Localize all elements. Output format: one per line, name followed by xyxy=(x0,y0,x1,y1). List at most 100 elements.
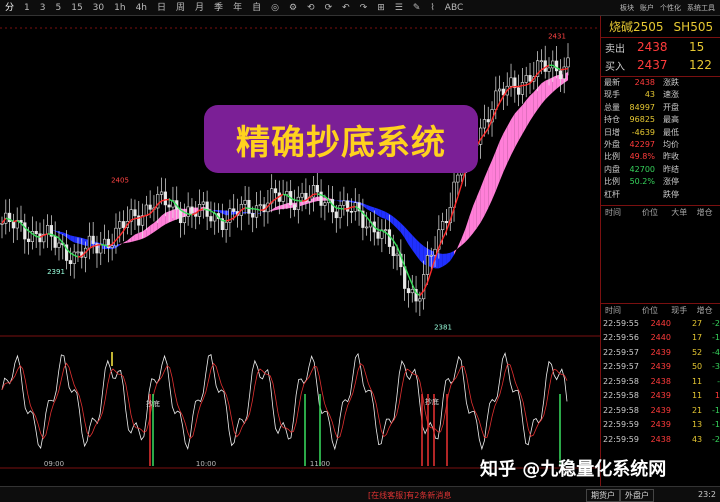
fast-ma-line xyxy=(522,84,527,87)
menu-item[interactable]: 账户 xyxy=(637,0,657,16)
toolbar-button[interactable]: 30 xyxy=(88,0,109,16)
candle-body xyxy=(110,245,114,248)
fast-ma-line xyxy=(13,220,18,223)
toolbar-button[interactable]: ✎ xyxy=(408,0,426,16)
trade-cell: 2440 xyxy=(650,318,671,328)
stat-label: 最高 xyxy=(663,115,679,125)
fast-ma-line xyxy=(483,128,489,135)
trade-cell: 2438 xyxy=(650,434,671,444)
osc-k-line xyxy=(1,351,568,451)
candle-body xyxy=(517,87,521,95)
toolbar-button[interactable]: ☰ xyxy=(390,0,408,16)
fast-ma-line xyxy=(366,216,372,223)
symbol-header[interactable]: 烧碱2505 SH505 xyxy=(601,16,720,38)
fast-ma-line xyxy=(134,217,139,220)
foreign-account-button[interactable]: 外盘户 xyxy=(620,489,654,502)
stat-label: 持仓 xyxy=(604,115,620,125)
candle-body xyxy=(555,60,559,72)
toolbar-button[interactable]: 周 xyxy=(171,0,190,16)
menu-item[interactable]: 系统工具 xyxy=(684,0,718,16)
candle-body xyxy=(520,82,525,95)
fast-ma-line xyxy=(36,235,41,238)
toolbar-button[interactable]: 分 xyxy=(0,0,19,16)
trades-header: 时间 价位 现手 增仓 xyxy=(601,302,720,317)
candle-body xyxy=(441,221,445,231)
ribbon-segment xyxy=(138,231,143,241)
ask-row[interactable]: 卖出 2438 15 xyxy=(601,38,720,56)
ribbon-segment xyxy=(533,87,538,115)
ribbon-segment xyxy=(70,235,75,243)
toolbar-button[interactable]: 3 xyxy=(35,0,51,16)
trade-cell: 2439 xyxy=(650,420,671,430)
menu-item[interactable]: 板块 xyxy=(617,0,637,16)
candle-body xyxy=(68,260,72,265)
column-header: 现手 xyxy=(671,305,688,315)
trade-cell: 27 xyxy=(691,318,703,328)
stat-label: 均价 xyxy=(663,139,679,149)
toolbar-button[interactable]: ↷ xyxy=(355,0,373,16)
ribbon-segment xyxy=(495,141,500,191)
futures-account-button[interactable]: 期货户 xyxy=(586,489,620,502)
toolbar-button[interactable]: ⌇ xyxy=(425,0,439,16)
stat-label: 开盘 xyxy=(663,102,679,112)
candle-body xyxy=(323,202,327,206)
toolbar-button[interactable]: ABC xyxy=(440,0,468,16)
toolbar-button[interactable]: 年 xyxy=(228,0,247,16)
toolbar-button[interactable]: 15 xyxy=(66,0,87,16)
trade-cell: 2438 xyxy=(650,376,671,386)
stat-label: 涨停 xyxy=(663,177,679,187)
toolbar-button[interactable]: 1 xyxy=(19,0,35,16)
stat-label: 总量 xyxy=(604,102,620,112)
toolbar-button[interactable]: ⊞ xyxy=(372,0,390,16)
candle-body xyxy=(418,298,422,302)
price-chart[interactable]: 2431 2405 2391 2381 09:00 10:00 11:00 抄底 抄底 xyxy=(0,16,600,486)
fast-ma-line xyxy=(525,82,531,86)
toolbar-button[interactable]: ⟳ xyxy=(320,0,338,16)
bid-row[interactable]: 买入 2437 122 xyxy=(601,56,720,74)
fast-ma-line xyxy=(392,240,398,247)
candle-body xyxy=(201,201,205,205)
candle-body xyxy=(167,204,171,208)
stat-value: 49.8% xyxy=(629,152,655,162)
toolbar-button[interactable]: 自 xyxy=(247,0,266,16)
ribbon-segment xyxy=(366,204,371,212)
time-tick: 11:00 xyxy=(310,460,330,468)
trade-cell: 13 xyxy=(691,420,703,430)
service-message[interactable]: [在线客服]有2条新消息 xyxy=(368,490,451,501)
candle-body xyxy=(182,216,186,224)
fast-ma-line xyxy=(168,198,174,202)
toolbar-button[interactable]: ⚙ xyxy=(284,0,302,16)
column-header: 价位 xyxy=(642,305,659,315)
candle-body xyxy=(87,235,91,249)
fast-ma-line xyxy=(407,275,413,285)
bid-price: 2437 xyxy=(637,58,668,72)
candle-body xyxy=(346,200,350,212)
toolbar-button[interactable]: 1h xyxy=(109,0,130,16)
candle-body xyxy=(186,206,190,217)
candle-body xyxy=(23,222,27,240)
trade-row: 22:59:58 2439 11 1 xyxy=(601,389,720,404)
stat-row: 内盘 42700 昨结 xyxy=(601,164,720,176)
trade-cell: 2439 xyxy=(650,405,671,415)
trade-cell: - xyxy=(717,376,720,386)
toolbar-button[interactable]: 4h xyxy=(131,0,152,16)
trade-row: 22:59:57 2439 50 -3 xyxy=(601,360,720,375)
toolbar-button[interactable]: 月 xyxy=(190,0,209,16)
toolbar-button[interactable]: 5 xyxy=(50,0,66,16)
ribbon-segment xyxy=(484,168,489,216)
ribbon-segment xyxy=(218,210,223,214)
ribbon-segment xyxy=(518,105,523,141)
toolbar-button[interactable]: 季 xyxy=(209,0,228,16)
ask-price: 2438 xyxy=(637,40,668,54)
toolbar-button[interactable]: ◎ xyxy=(266,0,284,16)
stat-row: 日增 -4639 最低 xyxy=(601,127,720,139)
trade-row: 22:59:55 2440 27 -2 xyxy=(601,317,720,332)
toolbar-button[interactable]: ↶ xyxy=(337,0,355,16)
ribbon-segment xyxy=(283,203,287,209)
trade-row: 22:59:59 2438 43 -2 xyxy=(601,433,720,448)
stat-label: 昨结 xyxy=(663,164,679,174)
menu-item[interactable]: 个性化 xyxy=(657,0,684,16)
trade-cell: 2439 xyxy=(650,362,671,372)
toolbar-button[interactable]: 日 xyxy=(152,0,171,16)
toolbar-button[interactable]: ⟲ xyxy=(302,0,320,16)
